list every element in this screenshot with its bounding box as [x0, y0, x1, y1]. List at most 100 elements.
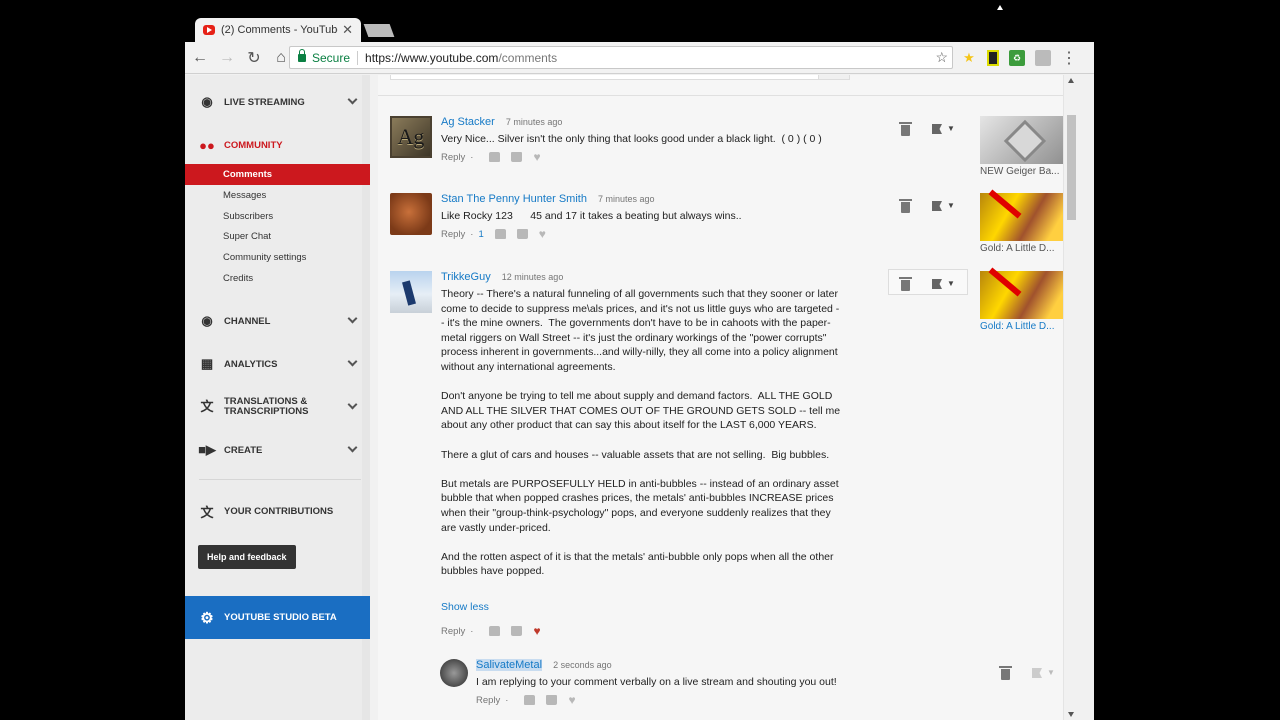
comments-main: Ag Ag Stacker 7 minutes ago Very Nice...… [378, 75, 1078, 720]
thumbs-up-icon[interactable] [489, 152, 501, 162]
comment-author[interactable]: Stan The Penny Hunter Smith [441, 193, 587, 205]
reply-button[interactable]: Reply [441, 152, 465, 163]
comment-author[interactable]: SalivateMetal [476, 659, 543, 671]
scroll-thumb[interactable] [1067, 115, 1076, 220]
thumbs-down-icon[interactable] [516, 229, 528, 239]
caret-down-icon[interactable]: ▼ [1047, 668, 1055, 677]
sidebar-label: LIVE STREAMING [224, 96, 305, 108]
reply-button[interactable]: Reply [476, 695, 500, 706]
video-thumbnail[interactable]: Gold: A Little D... [980, 193, 1064, 254]
comment-text: Very Nice... Silver isn't the only thing… [441, 133, 822, 145]
sidebar-item-messages[interactable]: Messages [185, 185, 370, 206]
video-thumbnail[interactable]: Gold: A Little D... [980, 271, 1064, 332]
flag-icon[interactable] [932, 124, 942, 134]
lock-icon [298, 48, 306, 62]
trash-icon[interactable] [999, 666, 1012, 680]
reload-icon[interactable]: ↻ [242, 46, 266, 70]
address-bar[interactable]: Secure https://www.youtube.com/comments … [289, 46, 953, 69]
thumbs-up-icon[interactable] [489, 626, 501, 636]
back-arrow-icon[interactable]: ← [188, 46, 212, 70]
main-scrollbar[interactable] [1063, 75, 1078, 720]
translate-icon: 文 [200, 504, 214, 520]
tab-close-icon[interactable]: ✕ [342, 22, 353, 38]
flag-icon[interactable] [932, 201, 942, 211]
flag-icon[interactable] [1032, 668, 1042, 678]
thumbs-up-icon[interactable] [524, 695, 536, 705]
comment-time[interactable]: 2 seconds ago [553, 660, 612, 670]
sidebar-item-community-settings[interactable]: Community settings [185, 247, 370, 268]
video-title[interactable]: Gold: A Little D... [980, 243, 1064, 254]
avatar[interactable] [390, 271, 432, 313]
sidebar-item-create[interactable]: ■▶ CREATE [185, 435, 370, 465]
caret-down-icon[interactable]: ▼ [947, 201, 955, 210]
caret-down-icon[interactable]: ▼ [947, 279, 955, 288]
sidebar-item-super-chat[interactable]: Super Chat [185, 226, 370, 247]
trash-icon[interactable] [899, 122, 912, 136]
show-less-link[interactable]: Show less [441, 601, 489, 613]
filter-input-fragment[interactable] [390, 75, 830, 80]
forward-arrow-icon[interactable]: → [215, 46, 239, 70]
sidebar-item-credits[interactable]: Credits [185, 268, 370, 289]
avatar[interactable] [440, 659, 468, 687]
sidebar-item-channel[interactable]: ◉ CHANNEL [185, 306, 370, 336]
sidebar-label: ANALYTICS [224, 358, 278, 370]
sidebar-item-community[interactable]: ●● COMMUNITY [185, 130, 370, 160]
heart-icon[interactable]: ♥ [539, 227, 546, 241]
thumbs-down-icon[interactable] [511, 152, 523, 162]
comment-reply-salivatemetal: SalivateMetal 2 seconds ago I am replyin… [440, 659, 1060, 719]
extension-gray-icon[interactable] [1035, 50, 1051, 66]
sidebar-item-your-contributions[interactable]: 文 YOUR CONTRIBUTIONS [185, 496, 370, 526]
tab-title: (2) Comments - YouTube [221, 24, 339, 36]
caret-down-icon[interactable]: ▼ [947, 124, 955, 133]
heart-icon[interactable]: ♥ [568, 693, 575, 707]
comment-author[interactable]: Ag Stacker [441, 116, 495, 128]
video-thumbnail[interactable]: NEW Geiger Ba... [980, 116, 1064, 177]
thumbs-down-icon[interactable] [546, 695, 558, 705]
comment-time[interactable]: 7 minutes ago [598, 194, 655, 204]
comment-ag-stacker: Ag Ag Stacker 7 minutes ago Very Nice...… [390, 116, 1070, 186]
live-streaming-icon: ◉ [201, 94, 213, 109]
tab-comments[interactable]: (2) Comments - YouTube ✕ [195, 18, 361, 42]
video-title[interactable]: NEW Geiger Ba... [980, 166, 1064, 177]
bookmark-star-icon[interactable]: ☆ [935, 49, 948, 66]
thumbs-up-icon[interactable] [494, 229, 506, 239]
chevron-down-icon [347, 313, 358, 324]
creator-heart-icon[interactable]: ♥ [533, 624, 540, 638]
youtube-studio-beta-button[interactable]: ⚙ YOUTUBE STUDIO BETA [185, 596, 370, 639]
reply-button[interactable]: Reply [441, 626, 465, 637]
video-camera-icon: ■▶ [198, 442, 216, 457]
studio-label: YOUTUBE STUDIO BETA [224, 612, 337, 623]
filter-button-fragment[interactable] [818, 75, 850, 80]
reply-button[interactable]: Reply [441, 229, 465, 240]
gear-icon: ⚙ [200, 609, 214, 627]
browser-menu-icon[interactable]: ⋮ [1061, 48, 1077, 68]
comment-text: Like Rocky 123 45 and 17 it takes a beat… [441, 210, 742, 222]
comment-time[interactable]: 12 minutes ago [502, 272, 564, 282]
extension-green-icon[interactable]: ♻ [1009, 50, 1025, 66]
extension-battery-icon[interactable] [987, 50, 999, 66]
like-count: 1 [478, 228, 484, 240]
url-domain: https://www.youtube.com [365, 50, 499, 65]
video-title[interactable]: Gold: A Little D... [980, 321, 1064, 332]
trash-icon[interactable] [899, 199, 912, 213]
avatar[interactable] [390, 193, 432, 235]
mouse-cursor-icon [997, 5, 1003, 10]
scroll-up-icon[interactable] [1068, 78, 1074, 83]
trash-icon[interactable] [899, 277, 912, 291]
thumbs-down-icon[interactable] [511, 626, 523, 636]
extension-star-icon[interactable]: ★ [961, 50, 977, 66]
sidebar-item-comments[interactable]: Comments [185, 164, 370, 185]
scroll-down-icon[interactable] [1068, 712, 1074, 717]
sidebar-item-subscribers[interactable]: Subscribers [185, 206, 370, 227]
url-path: /comments [498, 50, 558, 65]
sidebar-item-live-streaming[interactable]: ◉ LIVE STREAMING [185, 87, 370, 117]
new-tab-button[interactable] [363, 24, 395, 37]
heart-icon[interactable]: ♥ [533, 150, 540, 164]
comment-author[interactable]: TrikkeGuy [441, 271, 491, 283]
chevron-down-icon [347, 94, 358, 105]
comment-time[interactable]: 7 minutes ago [506, 117, 563, 127]
avatar[interactable]: Ag [390, 116, 432, 158]
sidebar-item-analytics[interactable]: ▦ ANALYTICS [185, 349, 370, 379]
help-feedback-button[interactable]: Help and feedback [198, 545, 296, 569]
sidebar-item-translations[interactable]: 文 TRANSLATIONS & TRANSCRIPTIONS [185, 392, 370, 422]
